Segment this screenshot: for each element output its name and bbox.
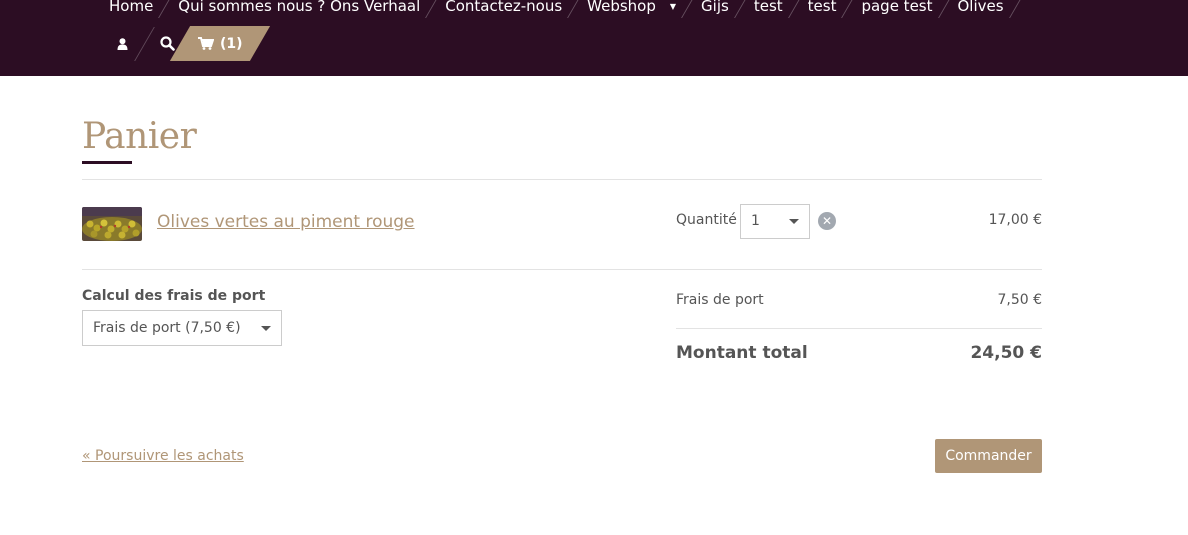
shopping-cart-icon xyxy=(198,37,214,50)
nav-item-test-1[interactable]: test xyxy=(742,0,795,18)
page-title: Panier xyxy=(82,116,197,157)
caret-down-icon xyxy=(789,219,799,224)
remove-item-button[interactable]: ✕ xyxy=(818,212,836,230)
cart-button[interactable]: (1) xyxy=(198,26,243,61)
divider xyxy=(82,179,1042,180)
nav-item-page-test[interactable]: page test xyxy=(849,0,944,18)
product-thumbnail[interactable] xyxy=(82,207,142,241)
item-price: 17,00 € xyxy=(988,212,1042,228)
total-label: Montant total xyxy=(676,343,808,363)
continue-shopping-link[interactable]: « Poursuivre les achats xyxy=(82,448,244,464)
quantity-select[interactable]: 1 xyxy=(740,204,810,239)
caret-down-icon xyxy=(261,326,271,331)
quantity-value: 1 xyxy=(751,213,760,229)
close-icon: ✕ xyxy=(821,214,833,228)
nav-item-gijs[interactable]: Gijs xyxy=(689,0,741,18)
nav-item-olives[interactable]: Olives xyxy=(946,0,1016,18)
quantity-label: Quantité xyxy=(676,212,737,228)
nav-item-contact[interactable]: Contactez-nous xyxy=(433,0,574,18)
shipping-cost-label: Frais de port xyxy=(676,292,764,308)
nav-item-test-2[interactable]: test xyxy=(796,0,849,18)
user-icon xyxy=(117,37,127,50)
olives-image xyxy=(82,207,142,241)
product-name-link[interactable]: Olives vertes au piment rouge xyxy=(157,212,415,232)
search-icon xyxy=(159,36,175,51)
divider xyxy=(82,269,1042,270)
cart-count: (1) xyxy=(220,35,243,52)
shipping-cost-value: 7,50 € xyxy=(997,292,1042,308)
nav-item-webshop-label: Webshop xyxy=(587,0,656,15)
title-underline xyxy=(82,161,132,164)
divider xyxy=(676,328,1042,329)
nav-item-home[interactable]: Home xyxy=(97,0,165,18)
nav-item-webshop[interactable]: Webshop ▼ xyxy=(575,0,688,18)
order-button[interactable]: Commander xyxy=(935,439,1042,473)
shipping-select[interactable]: Frais de port (7,50 €) xyxy=(82,310,282,346)
shipping-calc-title: Calcul des frais de port xyxy=(82,288,266,304)
total-value: 24,50 € xyxy=(970,343,1042,363)
nav-item-qui-sommes-nous[interactable]: Qui sommes nous ? Ons Verhaal xyxy=(166,0,432,18)
shipping-select-value: Frais de port (7,50 €) xyxy=(93,320,241,336)
caret-down-icon: ▼ xyxy=(669,1,677,11)
main-nav: Home Qui sommes nous ? Ons Verhaal Conta… xyxy=(97,0,1024,18)
site-header: Home Qui sommes nous ? Ons Verhaal Conta… xyxy=(0,0,1188,76)
